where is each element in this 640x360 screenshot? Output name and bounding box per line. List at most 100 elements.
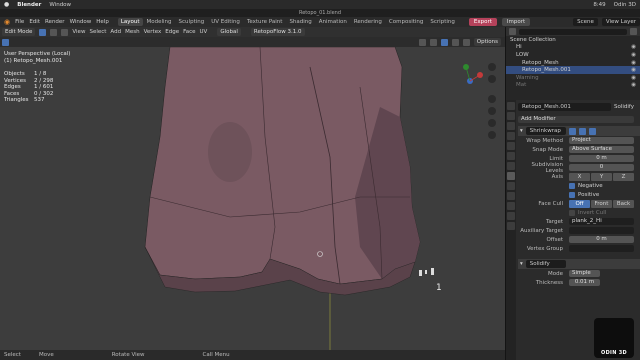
viewport-toggle-icon[interactable] bbox=[578, 127, 586, 135]
snap-mode-dropdown[interactable]: Above Surface bbox=[569, 146, 634, 153]
tab-shading[interactable]: Shading bbox=[286, 18, 314, 26]
world-tab-icon[interactable] bbox=[507, 152, 515, 160]
cull-off-button[interactable]: Off bbox=[569, 199, 590, 208]
outliner-row[interactable]: Hi ◉ bbox=[506, 44, 640, 52]
shrinkwrap-name-field[interactable]: Shrinkwrap bbox=[525, 127, 566, 135]
navigation-gizmo[interactable] bbox=[463, 64, 483, 84]
xray-icon[interactable] bbox=[440, 38, 448, 46]
constraints-tab-icon[interactable] bbox=[507, 202, 515, 210]
limit-field[interactable]: 0 m bbox=[569, 155, 634, 162]
tab-layout[interactable]: Layout bbox=[117, 18, 143, 26]
viewport-nav-buttons[interactable] bbox=[488, 63, 496, 139]
render-toggle-icon[interactable] bbox=[588, 127, 596, 135]
positive-checkbox[interactable] bbox=[569, 191, 575, 198]
edge-select-toggle[interactable] bbox=[50, 28, 58, 36]
tab-rendering[interactable]: Rendering bbox=[351, 18, 385, 26]
axis-y-button[interactable]: Y bbox=[591, 172, 612, 181]
transform-orientation-dropdown[interactable]: Global bbox=[217, 28, 241, 36]
object-name-field[interactable]: Retopo_Mesh.001 bbox=[518, 102, 611, 111]
outliner-search[interactable] bbox=[519, 28, 627, 35]
thickness-field[interactable]: 0.01 m bbox=[569, 279, 600, 286]
snap-icon[interactable] bbox=[418, 38, 426, 46]
menu-edit[interactable]: Edit bbox=[29, 19, 40, 25]
tab-sculpting[interactable]: Sculpting bbox=[176, 18, 208, 26]
vertex-select-toggle[interactable] bbox=[39, 28, 47, 36]
vertex-group-field[interactable] bbox=[569, 245, 634, 252]
wrap-method-dropdown[interactable]: Project bbox=[569, 137, 634, 144]
menu-file[interactable]: File bbox=[15, 19, 24, 25]
collapse-icon[interactable]: ▾ bbox=[520, 128, 523, 134]
outliner-row[interactable]: Warning ◉ bbox=[506, 74, 640, 82]
output-tab-icon[interactable] bbox=[507, 122, 515, 130]
menu-vertex[interactable]: Vertex bbox=[144, 29, 162, 35]
axis-z-button[interactable]: Z bbox=[613, 172, 634, 181]
options-dropdown[interactable]: Options bbox=[473, 38, 501, 46]
tab-texture-paint[interactable]: Texture Paint bbox=[244, 18, 286, 26]
target-field[interactable]: plank_2_Hi bbox=[569, 218, 634, 225]
menu-select[interactable]: Select bbox=[89, 29, 106, 35]
negative-checkbox[interactable] bbox=[569, 182, 575, 189]
data-tab-icon[interactable] bbox=[507, 212, 515, 220]
editmode-toggle-icon[interactable] bbox=[568, 127, 576, 135]
menu-render[interactable]: Render bbox=[45, 19, 65, 25]
cull-back-button[interactable]: Back bbox=[613, 199, 634, 208]
mode-dropdown[interactable]: Simple bbox=[569, 270, 600, 277]
tab-compositing[interactable]: Compositing bbox=[386, 18, 426, 26]
apple-icon[interactable]: ● bbox=[4, 1, 9, 8]
window-menu[interactable]: Window bbox=[49, 2, 71, 8]
shrinkwrap-header[interactable]: ▾ Shrinkwrap bbox=[518, 126, 640, 136]
menu-add[interactable]: Add bbox=[110, 29, 121, 35]
outliner-row-selected[interactable]: Retopo_Mesh.001 ◉ bbox=[506, 66, 640, 74]
axis-x-button[interactable]: X bbox=[569, 172, 590, 181]
menu-window[interactable]: Window bbox=[70, 19, 92, 25]
outliner-row[interactable]: LOW ◉ bbox=[506, 51, 640, 59]
scene-selector[interactable]: Scene bbox=[573, 18, 598, 26]
tab-animation[interactable]: Animation bbox=[316, 18, 350, 26]
eye-icon[interactable]: ◉ bbox=[631, 75, 636, 81]
eye-icon[interactable]: ◉ bbox=[631, 44, 636, 50]
solidify-name-field[interactable]: Solidify bbox=[525, 260, 566, 268]
menu-edge[interactable]: Edge bbox=[165, 29, 179, 35]
view-layer-tab-icon[interactable] bbox=[507, 132, 515, 140]
menu-view[interactable]: View bbox=[72, 29, 85, 35]
tab-modeling[interactable]: Modeling bbox=[144, 18, 175, 26]
cull-front-button[interactable]: Front bbox=[591, 199, 612, 208]
app-menu[interactable]: Blender bbox=[17, 2, 41, 8]
solidify-header[interactable]: ▾ Solidify bbox=[518, 259, 640, 269]
outliner-display-icon[interactable] bbox=[509, 28, 516, 35]
eye-icon[interactable]: ◉ bbox=[631, 82, 636, 88]
material-shading-icon[interactable] bbox=[462, 38, 470, 46]
offset-field[interactable]: 0 m bbox=[569, 236, 634, 243]
outliner-row[interactable]: Retopo_Mesh ◉ bbox=[506, 59, 640, 67]
aux-target-field[interactable] bbox=[569, 227, 634, 234]
solid-shading-icon[interactable] bbox=[451, 38, 459, 46]
3d-viewport[interactable]: User Perspective (Local) (1) Retopo_Mesh… bbox=[0, 47, 505, 350]
scene-tab-icon[interactable] bbox=[507, 142, 515, 150]
add-modifier-button[interactable]: Add Modifier bbox=[518, 116, 634, 123]
particles-tab-icon[interactable] bbox=[507, 182, 515, 190]
subdivision-field[interactable]: 0 bbox=[569, 164, 634, 171]
face-select-toggle[interactable] bbox=[61, 28, 69, 36]
outliner-row[interactable]: Mat ◉ bbox=[506, 82, 640, 90]
tool-tab-icon[interactable] bbox=[507, 102, 515, 110]
eye-icon[interactable]: ◉ bbox=[631, 60, 636, 66]
filter-icon[interactable] bbox=[630, 28, 637, 35]
overlay-icon[interactable] bbox=[429, 38, 437, 46]
physics-tab-icon[interactable] bbox=[507, 192, 515, 200]
menu-uv[interactable]: UV bbox=[200, 29, 208, 35]
collapse-icon[interactable]: ▾ bbox=[520, 261, 523, 267]
mode-dropdown[interactable]: Edit Mode bbox=[2, 28, 36, 36]
blender-logo-icon[interactable]: ◉ bbox=[4, 18, 10, 26]
tab-uv-editing[interactable]: UV Editing bbox=[208, 18, 243, 26]
view-layer-selector[interactable]: View Layer bbox=[601, 18, 640, 26]
eye-icon[interactable]: ◉ bbox=[631, 67, 636, 73]
object-tab-icon[interactable] bbox=[507, 162, 515, 170]
import-button[interactable]: Import bbox=[501, 18, 531, 26]
select-tool-icon[interactable] bbox=[2, 38, 9, 46]
outliner-row[interactable]: Scene Collection bbox=[506, 36, 640, 44]
menu-face[interactable]: Face bbox=[183, 29, 195, 35]
modifier-tab-icon[interactable] bbox=[507, 172, 515, 180]
invert-cull-checkbox[interactable] bbox=[569, 209, 575, 216]
user-name[interactable]: Odin 3D bbox=[614, 2, 636, 8]
export-button[interactable]: Export bbox=[468, 18, 497, 26]
